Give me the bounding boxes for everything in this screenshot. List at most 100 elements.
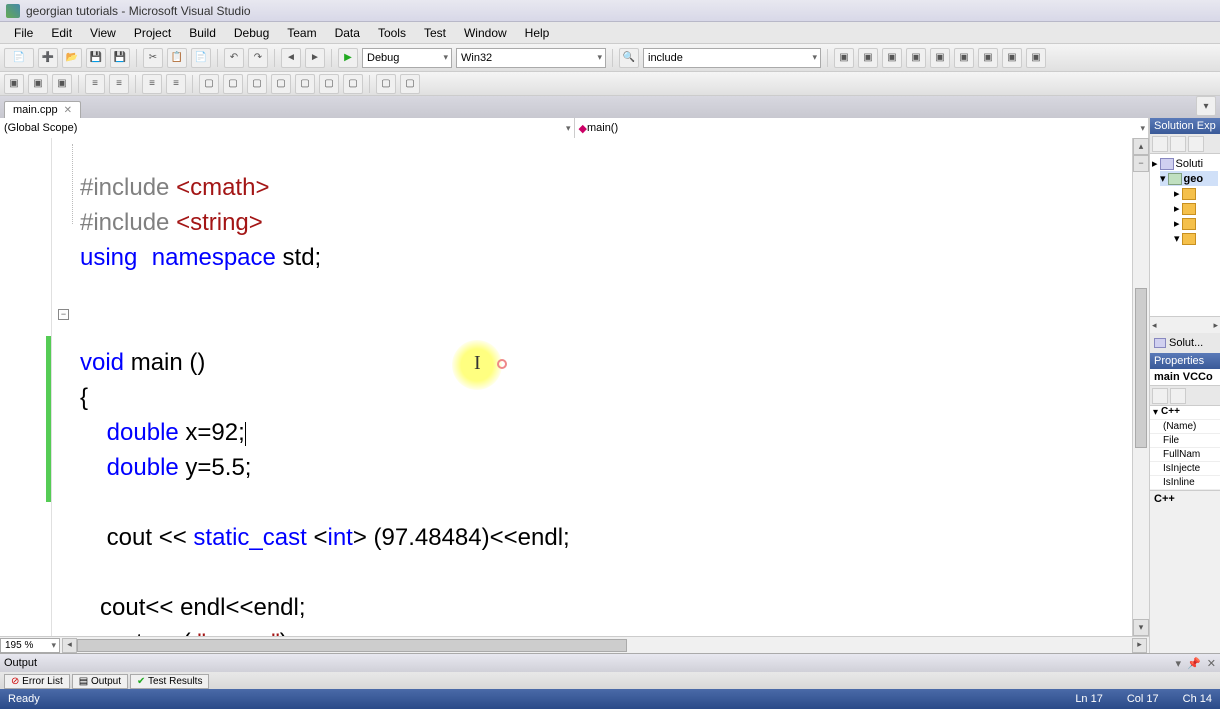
bookmark3-button[interactable]: ▢ xyxy=(247,74,267,94)
bookmark2-button[interactable]: ▢ xyxy=(223,74,243,94)
bookmark7-button[interactable]: ▢ xyxy=(343,74,363,94)
member-combo[interactable]: ◆ main() xyxy=(575,118,1150,138)
tabstrip-dropdown-button[interactable]: ▾ xyxy=(1196,96,1216,116)
prop-category[interactable]: ▾C++ xyxy=(1150,406,1220,420)
add-item-button[interactable]: ➕ xyxy=(38,48,58,68)
tb-ext2-button[interactable]: ▣ xyxy=(858,48,878,68)
menu-build[interactable]: Build xyxy=(181,24,224,42)
bookmark1-button[interactable]: ▢ xyxy=(199,74,219,94)
code-content[interactable]: #include <cmath> #include <string> using… xyxy=(52,138,1132,636)
tb-ext3-button[interactable]: ▣ xyxy=(882,48,902,68)
output-dropdown-icon[interactable]: ▾ xyxy=(1176,657,1182,670)
prop-row[interactable]: IsInjecte xyxy=(1150,462,1220,476)
bookmark6-button[interactable]: ▢ xyxy=(319,74,339,94)
menu-help[interactable]: Help xyxy=(517,24,558,42)
tb-ext5-button[interactable]: ▣ xyxy=(930,48,950,68)
vertical-scrollbar[interactable]: ▴ − ▾ xyxy=(1132,138,1149,636)
find-in-files-button[interactable]: 🔍 xyxy=(619,48,639,68)
prop-row[interactable]: File xyxy=(1150,434,1220,448)
scroll-down-button[interactable]: ▾ xyxy=(1133,619,1149,636)
tree-solution-node[interactable]: ▸Soluti xyxy=(1152,156,1218,171)
menu-team[interactable]: Team xyxy=(279,24,324,42)
menu-edit[interactable]: Edit xyxy=(43,24,80,42)
properties-grid[interactable]: ▾C++ (Name) File FullNam IsInjecte IsInl… xyxy=(1150,406,1220,490)
close-tab-icon[interactable]: ✕ xyxy=(64,105,72,116)
cut-button[interactable]: ✂ xyxy=(143,48,163,68)
config-combo[interactable]: Debug xyxy=(362,48,452,68)
menu-tools[interactable]: Tools xyxy=(370,24,414,42)
tab-test-results[interactable]: ✔ Test Results xyxy=(130,674,209,689)
tb-ext1-button[interactable]: ▣ xyxy=(834,48,854,68)
categorized-button[interactable] xyxy=(1152,388,1168,404)
menu-test[interactable]: Test xyxy=(416,24,454,42)
tree-folder-node[interactable]: ▸ xyxy=(1174,201,1218,216)
platform-combo[interactable]: Win32 xyxy=(456,48,606,68)
nav-back-button[interactable]: ◄ xyxy=(281,48,301,68)
scroll-thumb[interactable] xyxy=(1135,288,1147,448)
editor-tab[interactable]: main.cpp ✕ xyxy=(4,101,81,118)
prop-row[interactable]: FullNam xyxy=(1150,448,1220,462)
solution-tree[interactable]: ▸Soluti ▾geo ▸ ▸ ▸ ▾ xyxy=(1150,154,1220,316)
menu-window[interactable]: Window xyxy=(456,24,515,42)
solution-btn3[interactable] xyxy=(1188,136,1204,152)
zoom-combo[interactable]: 195 % xyxy=(0,638,60,653)
split-button[interactable]: − xyxy=(1133,155,1149,172)
tree-folder-node[interactable]: ▾ xyxy=(1174,231,1218,246)
tree-project-node[interactable]: ▾geo xyxy=(1160,171,1218,186)
save-button[interactable]: 💾 xyxy=(86,48,106,68)
copy-button[interactable]: 📋 xyxy=(167,48,187,68)
menu-view[interactable]: View xyxy=(82,24,124,42)
horizontal-scrollbar[interactable]: ◂ ▸ xyxy=(62,638,1147,653)
hscroll-mini[interactable]: ◂▸ xyxy=(1150,316,1220,333)
redo-button[interactable]: ↷ xyxy=(248,48,268,68)
save-all-button[interactable]: 💾 xyxy=(110,48,130,68)
tb-ext9-button[interactable]: ▣ xyxy=(1026,48,1046,68)
solution-tab[interactable]: Solut... xyxy=(1150,333,1220,353)
tb-ext8-button[interactable]: ▣ xyxy=(1002,48,1022,68)
code-line: namespace xyxy=(152,244,276,271)
tree-folder-node[interactable]: ▸ xyxy=(1174,186,1218,201)
comment-button[interactable]: ≡ xyxy=(142,74,162,94)
menu-data[interactable]: Data xyxy=(327,24,368,42)
alphabetical-button[interactable] xyxy=(1170,388,1186,404)
tb-ext7-button[interactable]: ▣ xyxy=(978,48,998,68)
nav-fwd-button[interactable]: ► xyxy=(305,48,325,68)
tab-error-list[interactable]: ⊘ Error List xyxy=(4,674,70,689)
tb-ext6-button[interactable]: ▣ xyxy=(954,48,974,68)
prop-row[interactable]: (Name) xyxy=(1150,420,1220,434)
param-info-button[interactable]: ▣ xyxy=(52,74,72,94)
output-pin-icon[interactable]: 📌 xyxy=(1187,657,1201,670)
hscroll-thumb[interactable] xyxy=(77,639,627,652)
uncomment-button[interactable]: ≡ xyxy=(166,74,186,94)
code-editor[interactable]: − #include <cmath> #include <string> usi… xyxy=(0,138,1149,636)
solution-btn1[interactable] xyxy=(1152,136,1168,152)
menu-debug[interactable]: Debug xyxy=(226,24,277,42)
object-browser-button[interactable]: ▣ xyxy=(4,74,24,94)
member-list-button[interactable]: ▣ xyxy=(28,74,48,94)
bookmark9-button[interactable]: ▢ xyxy=(400,74,420,94)
undo-button[interactable]: ↶ xyxy=(224,48,244,68)
menu-file[interactable]: File xyxy=(6,24,41,42)
paste-button[interactable]: 📄 xyxy=(191,48,211,68)
increase-indent-button[interactable]: ≡ xyxy=(109,74,129,94)
solution-btn2[interactable] xyxy=(1170,136,1186,152)
new-project-button[interactable]: 📄 xyxy=(4,48,34,68)
output-close-icon[interactable]: ✕ xyxy=(1207,657,1216,670)
scroll-up-button[interactable]: ▴ xyxy=(1133,138,1149,155)
tab-output[interactable]: ▤ Output xyxy=(72,674,128,689)
menu-project[interactable]: Project xyxy=(126,24,179,42)
open-button[interactable]: 📂 xyxy=(62,48,82,68)
scroll-left-button[interactable]: ◂ xyxy=(62,638,77,653)
scroll-right-button[interactable]: ▸ xyxy=(1132,638,1147,653)
tree-folder-node[interactable]: ▸ xyxy=(1174,216,1218,231)
decrease-indent-button[interactable]: ≡ xyxy=(85,74,105,94)
find-combo[interactable]: include xyxy=(643,48,821,68)
bookmark4-button[interactable]: ▢ xyxy=(271,74,291,94)
output-titlebar[interactable]: Output ▾ 📌 ✕ xyxy=(0,654,1220,672)
bookmark8-button[interactable]: ▢ xyxy=(376,74,396,94)
prop-row[interactable]: IsInline xyxy=(1150,476,1220,490)
start-debug-button[interactable]: ▶ xyxy=(338,48,358,68)
tb-ext4-button[interactable]: ▣ xyxy=(906,48,926,68)
scope-combo[interactable]: (Global Scope) xyxy=(0,118,575,138)
bookmark5-button[interactable]: ▢ xyxy=(295,74,315,94)
